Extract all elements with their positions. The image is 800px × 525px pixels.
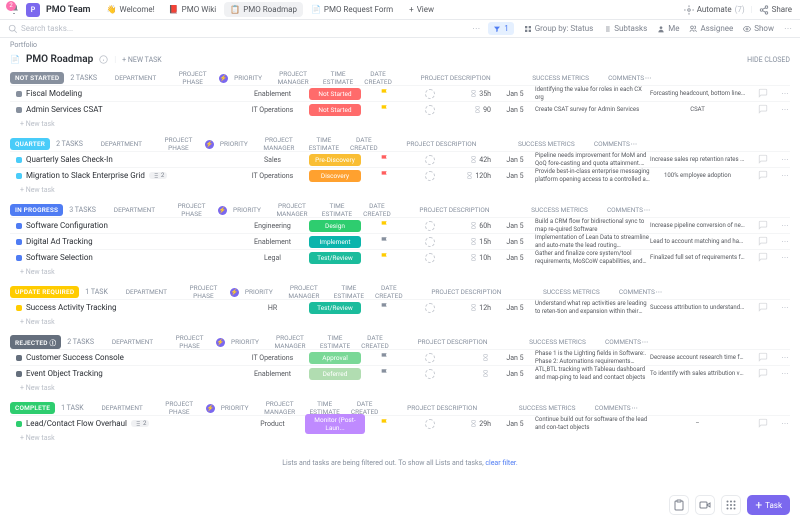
filter-button[interactable]: 1 [488,22,514,35]
clear-filter-link[interactable]: clear filter. [485,459,517,467]
task-row[interactable]: Fiscal ModelingEnablementNot Started35hJ… [10,85,790,101]
top-bar: 2 P PMO Team 👋Welcome!📕PMO Wiki📋PMO Road… [0,0,800,20]
more-icon[interactable]: ⋯ [784,24,792,33]
task-row[interactable]: Event Object TrackingEnablementDeferredJ… [10,365,790,381]
breadcrumb[interactable]: Portfolio [0,38,800,52]
group-header[interactable]: NOT STARTED2 TASKSDEPARTMENTPROJECT PHAS… [10,71,790,85]
new-task-row[interactable]: + New task [10,183,790,197]
automate-button[interactable]: Automate(7) [684,5,745,15]
search-input[interactable]: Search tasks... [8,24,464,34]
group-header[interactable]: REJECTED ⓘ2 TASKSDEPARTMENTPROJECT PHASE… [10,335,790,349]
task-row[interactable]: Migration to Slack Enterprise Grid2IT Op… [10,167,790,183]
fab-new-task-button[interactable]: +Task [747,495,790,515]
subtasks-button[interactable]: Subtasks [603,24,647,33]
task-row[interactable]: Quarterly Sales Check-InSalesPre-Discove… [10,151,790,167]
me-button[interactable]: Me [657,24,679,33]
group-header[interactable]: COMPLETE1 TASKDEPARTMENTPROJECT PHASE⚡PR… [10,401,790,415]
task-row[interactable]: Digital Ad TrackingEnablementImplement15… [10,233,790,249]
task-row[interactable]: Customer Success ConsoleIT OperationsApp… [10,349,790,365]
view-toolbar: Search tasks... ⋯ 1 Group by: Status Sub… [0,20,800,38]
add-view-button[interactable]: +View [403,2,440,17]
share-button[interactable]: Share [759,5,792,15]
new-task-row[interactable]: + New task [10,381,790,395]
group-header[interactable]: IN PROGRESS3 TASKSDEPARTMENTPROJECT PHAS… [10,203,790,217]
group-by-button[interactable]: Group by: Status [524,24,594,33]
notifications-icon[interactable]: 2 [8,3,22,17]
tab-pmo-wiki[interactable]: 📕PMO Wiki [163,2,223,17]
fab-record-icon[interactable] [695,495,715,515]
show-button[interactable]: Show [743,24,774,33]
task-row[interactable]: Success Activity TrackingHRTest/Review12… [10,299,790,315]
task-row[interactable]: Software ConfigurationEngineeringDesign6… [10,217,790,233]
new-task-button[interactable]: + NEW TASK [122,56,162,64]
notif-badge: 2 [6,1,16,11]
tab-pmo-request-form[interactable]: 📄PMO Request Form [305,2,399,17]
workspace-name[interactable]: PMO Team [46,5,91,15]
workspace-icon[interactable]: P [26,3,40,17]
tab-pmo-roadmap[interactable]: 📋PMO Roadmap [224,2,303,17]
tab-welcome-[interactable]: 👋Welcome! [101,2,161,17]
more-icon[interactable]: ⋯ [472,24,480,33]
new-task-row[interactable]: + New task [10,431,790,445]
fab-apps-icon[interactable] [721,495,741,515]
task-row[interactable]: Lead/Contact Flow Overhaul2ProductMonito… [10,415,790,431]
assignee-button[interactable]: Assignee [689,24,733,33]
group-header[interactable]: QUARTER2 TASKSDEPARTMENTPROJECT PHASE⚡PR… [10,137,790,151]
fab-clipboard-icon[interactable] [669,495,689,515]
new-task-row[interactable]: + New task [10,315,790,329]
list-icon: 📄 [10,55,20,64]
task-row[interactable]: Admin Services CSATIT OperationsNot Star… [10,101,790,117]
task-row[interactable]: Software SelectionLegalTest/Review10hJan… [10,249,790,265]
page-title: PMO Roadmap [26,54,93,65]
new-task-row[interactable]: + New task [10,117,790,131]
info-icon[interactable] [99,55,108,64]
hide-closed-toggle[interactable]: HIDE CLOSED [747,56,790,64]
group-header[interactable]: UPDATE REQUIRED1 TASKDEPARTMENTPROJECT P… [10,285,790,299]
new-task-row[interactable]: + New task [10,265,790,279]
